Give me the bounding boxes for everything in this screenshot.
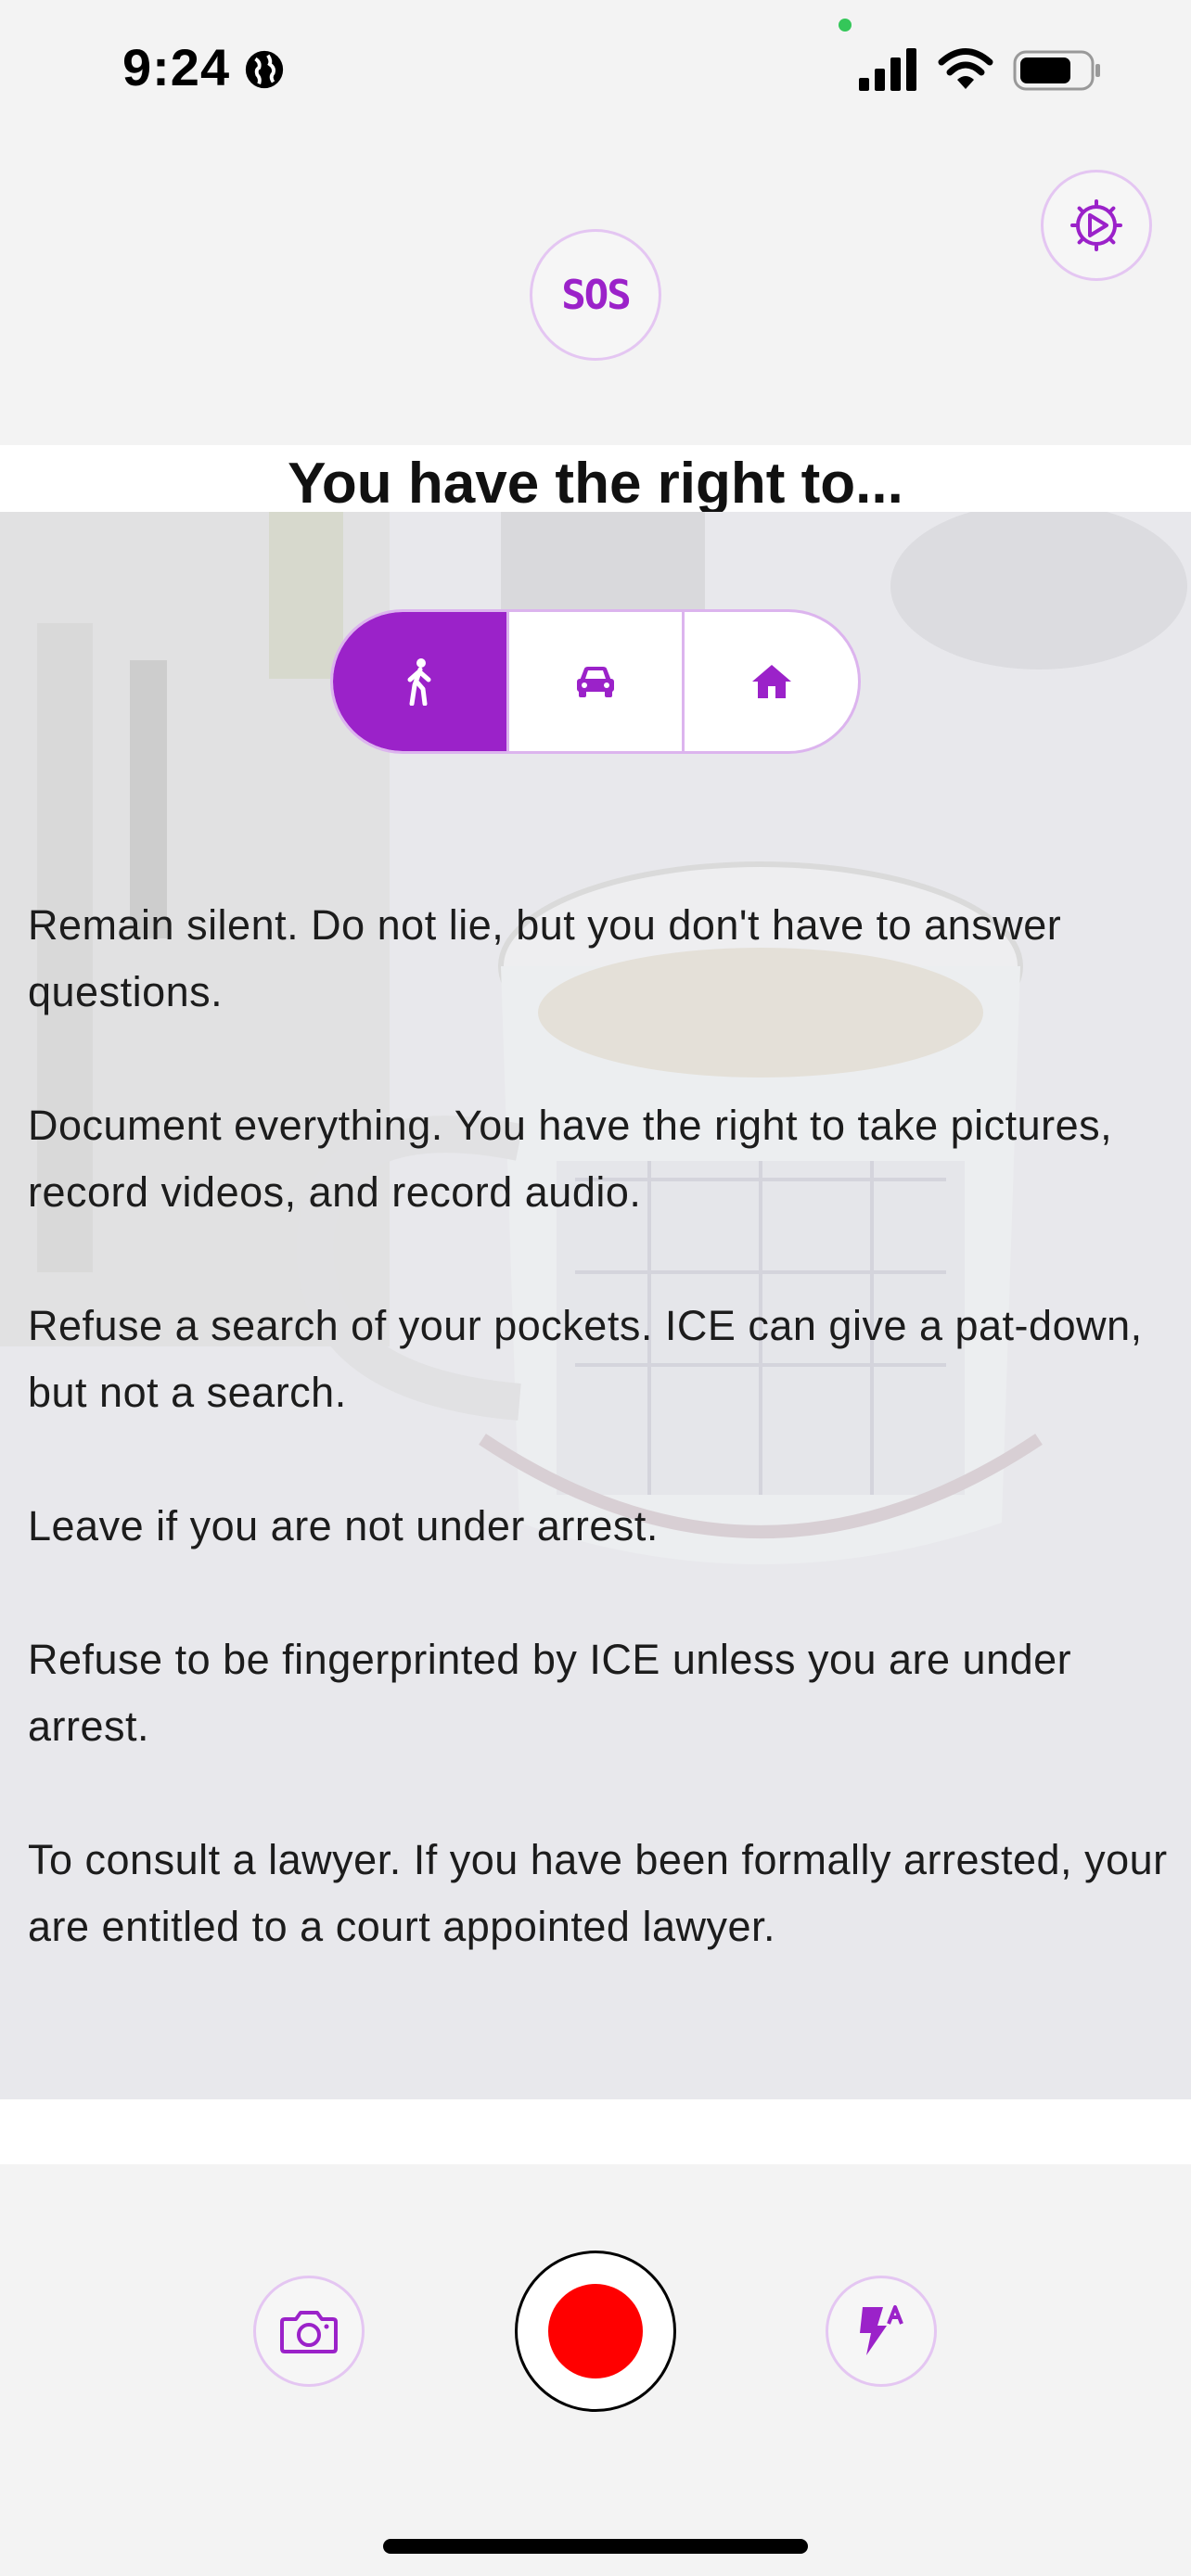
tab-car[interactable]	[506, 612, 683, 751]
battery-icon	[1013, 50, 1100, 91]
right-item-document: Document everything. You have the right …	[28, 1102, 1113, 1216]
flash-button[interactable]	[826, 2276, 937, 2387]
house-icon	[751, 665, 791, 698]
status-bar: 9:24	[0, 0, 1191, 139]
status-time: 9:24	[122, 38, 231, 96]
flash-auto-icon	[860, 2305, 903, 2355]
globe-icon	[245, 50, 284, 89]
page-title: You have the right to...	[288, 452, 903, 516]
camera-button[interactable]	[253, 2276, 365, 2387]
camera-icon	[280, 2311, 338, 2353]
sos-button[interactable]: SOS	[530, 229, 661, 361]
signal-icon	[859, 48, 916, 91]
wifi-icon	[938, 48, 993, 89]
context-tabs	[330, 609, 861, 754]
privacy-indicator-dot	[839, 19, 852, 32]
record-icon	[548, 2284, 643, 2378]
right-item-lawyer: To consult a lawyer. If you have been fo…	[28, 1836, 1168, 1950]
right-item-refuse-search: Refuse a search of your pockets. ICE can…	[28, 1302, 1143, 1416]
sos-label: SOS	[561, 271, 631, 319]
right-item-refuse-fingerprint: Refuse to be fingerprinted by ICE unless…	[28, 1636, 1072, 1750]
record-button[interactable]	[515, 2251, 676, 2412]
home-indicator[interactable]	[383, 2539, 808, 2554]
tab-home[interactable]	[682, 612, 858, 751]
bottom-divider-band	[0, 2099, 1191, 2164]
tab-walking[interactable]	[333, 612, 506, 751]
person-walking-icon	[407, 658, 431, 706]
settings-button[interactable]	[1041, 170, 1152, 281]
gear-icon	[1070, 199, 1122, 251]
right-item-leave: Leave if you are not under arrest.	[28, 1502, 659, 1549]
car-icon	[577, 667, 614, 697]
right-item-remain-silent: Remain silent. Do not lie, but you don't…	[28, 901, 1062, 1015]
rights-list: Remain silent. Do not lie, but you don't…	[28, 892, 1169, 2027]
